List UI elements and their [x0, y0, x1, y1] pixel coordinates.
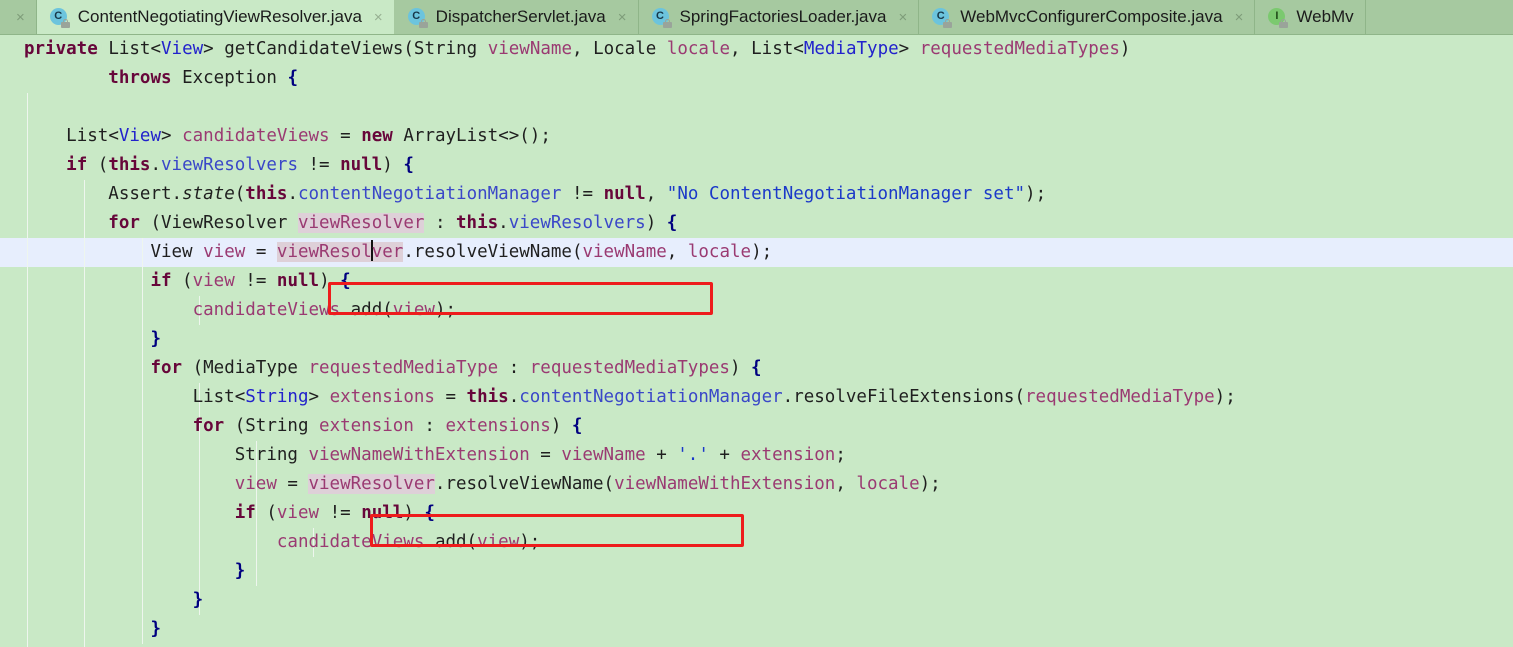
tab-spring-factories-loader[interactable]: C SpringFactoriesLoader.java ×	[638, 0, 920, 34]
code-line-text: view = viewResolver.resolveViewName(view…	[234, 474, 941, 494]
tab-dispatcher-servlet[interactable]: C DispatcherServlet.java ×	[394, 0, 639, 34]
java-class-icon: C	[49, 7, 70, 28]
code-lines[interactable]: private List<View> getCandidateViews(Str…	[0, 35, 1513, 647]
code-line[interactable]: if (this.viewResolvers != null) {	[0, 151, 1513, 180]
code-line[interactable]: private List<View> getCandidateViews(Str…	[0, 35, 1513, 64]
identifier-occurrence-highlight: viewResolver	[308, 474, 435, 494]
code-line-text: }	[192, 590, 204, 610]
code-line[interactable]: }	[0, 586, 1513, 615]
close-icon[interactable]: ×	[1235, 10, 1244, 25]
code-line-text: List<View> candidateViews = new ArrayLis…	[66, 126, 551, 146]
tab-web-mvc-partial-right[interactable]: I WebMv	[1255, 0, 1366, 34]
editor-tab-bar[interactable]: × C ContentNegotiatingViewResolver.java …	[0, 0, 1513, 35]
tab-web-mvc-configurer-composite[interactable]: C WebMvcConfigurerComposite.java ×	[919, 0, 1256, 34]
code-line-text: View view = viewResolver.resolveViewName…	[150, 240, 773, 262]
code-line-text: List<String> extensions = this.contentNe…	[192, 387, 1236, 407]
code-line-text: if (view != null) {	[150, 271, 351, 291]
code-line-text: if (this.viewResolvers != null) {	[66, 155, 414, 175]
indent-guide	[27, 93, 28, 122]
lock-icon	[418, 18, 428, 28]
code-line[interactable]: for (String extension : extensions) {	[0, 412, 1513, 441]
code-line[interactable]: for (MediaType requestedMediaType : requ…	[0, 354, 1513, 383]
code-line[interactable]	[0, 93, 1513, 122]
code-line-text: }	[150, 329, 161, 349]
code-line[interactable]: candidateViews.add(view);	[0, 528, 1513, 557]
code-line-text: }	[234, 561, 246, 581]
code-line[interactable]: }	[0, 325, 1513, 354]
tab-label: ContentNegotiatingViewResolver.java	[77, 7, 362, 26]
tab-partial-left[interactable]: ×	[0, 0, 37, 34]
close-icon[interactable]: ×	[16, 10, 25, 25]
code-line-text: Assert.state(this.contentNegotiationMana…	[108, 184, 1047, 204]
identifier-occurrence-highlight: viewResolver	[276, 240, 404, 262]
code-line[interactable]: view = viewResolver.resolveViewName(view…	[0, 470, 1513, 499]
code-line[interactable]: View view = viewResolver.resolveViewName…	[0, 238, 1513, 267]
code-line-text: for (ViewResolver viewResolver : this.vi…	[108, 213, 678, 233]
tab-label: DispatcherServlet.java	[435, 7, 606, 26]
code-line[interactable]: }	[0, 615, 1513, 644]
code-line[interactable]: if (view != null) {	[0, 267, 1513, 296]
close-icon[interactable]: ×	[618, 10, 627, 25]
tab-label: WebMv	[1296, 7, 1354, 26]
text-caret	[370, 240, 373, 261]
identifier-occurrence-highlight: viewResolver	[297, 213, 425, 233]
code-line[interactable]: List<String> extensions = this.contentNe…	[0, 383, 1513, 412]
code-line-text: candidateViews.add(view);	[192, 300, 457, 320]
code-line-text: candidateViews.add(view);	[276, 532, 541, 552]
code-line-text: throws Exception {	[108, 68, 298, 88]
code-line[interactable]: if (view != null) {	[0, 499, 1513, 528]
code-line[interactable]: Assert.state(this.contentNegotiationMana…	[0, 180, 1513, 209]
tab-label: SpringFactoriesLoader.java	[679, 7, 887, 26]
code-line[interactable]: String viewNameWithExtension = viewName …	[0, 441, 1513, 470]
code-line-text: for (String extension : extensions) {	[192, 416, 583, 436]
code-line-text: for (MediaType requestedMediaType : requ…	[150, 358, 762, 378]
java-class-icon: C	[651, 7, 672, 28]
lock-icon	[1279, 18, 1289, 28]
code-line[interactable]: throws Exception {	[0, 64, 1513, 93]
code-editor[interactable]: private List<View> getCandidateViews(Str…	[0, 35, 1513, 647]
code-line[interactable]: candidateViews.add(view);	[0, 296, 1513, 325]
lock-icon	[662, 18, 672, 28]
java-class-icon: C	[932, 7, 953, 28]
lock-icon	[943, 18, 953, 28]
code-line-text: String viewNameWithExtension = viewName …	[234, 445, 846, 465]
tab-content-negotiating-view-resolver[interactable]: C ContentNegotiatingViewResolver.java ×	[36, 0, 395, 34]
code-line-text: private List<View> getCandidateViews(Str…	[24, 39, 1131, 59]
java-interface-icon: I	[1268, 7, 1289, 28]
indent-guide	[256, 557, 258, 586]
code-line-text: }	[150, 619, 161, 639]
code-line[interactable]: List<View> candidateViews = new ArrayLis…	[0, 122, 1513, 151]
close-icon[interactable]: ×	[374, 10, 383, 25]
close-icon[interactable]: ×	[898, 10, 907, 25]
code-line-text: if (view != null) {	[234, 503, 435, 523]
java-class-icon: C	[407, 7, 428, 28]
code-line[interactable]: }	[0, 557, 1513, 586]
tab-label: WebMvcConfigurerComposite.java	[960, 7, 1223, 26]
code-line[interactable]: for (ViewResolver viewResolver : this.vi…	[0, 209, 1513, 238]
lock-icon	[60, 18, 70, 28]
